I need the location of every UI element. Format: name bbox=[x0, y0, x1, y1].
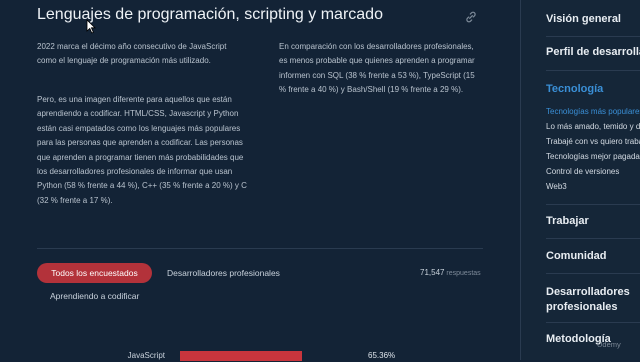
nav-sub-top-paying[interactable]: Tecnologías mejor pagadas bbox=[546, 152, 640, 161]
divider bbox=[37, 248, 483, 249]
nav-community[interactable]: Comunidad bbox=[546, 250, 607, 262]
nav-professional-developers[interactable]: Desarrolladores profesionales bbox=[546, 285, 636, 315]
comparison-paragraph: En comparación con los desarrolladores p… bbox=[279, 42, 475, 95]
mouse-cursor-icon bbox=[86, 19, 96, 34]
result-label: JavaScript bbox=[127, 351, 165, 360]
nav-divider bbox=[546, 204, 640, 205]
result-value: 65.36% bbox=[368, 351, 396, 360]
filter-professional-devs-button[interactable]: Desarrolladores profesionales bbox=[167, 268, 280, 278]
nav-divider bbox=[546, 322, 640, 323]
sidebar-nav: Visión general Perfil de desarrollador T… bbox=[520, 0, 640, 360]
responses-label: respuestas bbox=[446, 270, 481, 277]
nav-divider bbox=[546, 70, 640, 71]
nav-technology[interactable]: Tecnología bbox=[546, 83, 603, 95]
link-icon[interactable] bbox=[464, 10, 478, 24]
nav-sub-version-control[interactable]: Control de versiones bbox=[546, 167, 619, 176]
main-content: Lenguajes de programación, scripting y m… bbox=[0, 0, 520, 362]
responses-count: 71,547 respuestas bbox=[420, 268, 481, 277]
nav-divider bbox=[546, 273, 640, 274]
filter-all-respondents-button[interactable]: Todos los encuestados bbox=[37, 263, 152, 283]
udemy-watermark: Udemy bbox=[597, 340, 621, 349]
nav-developer-profile[interactable]: Perfil de desarrollador bbox=[546, 46, 640, 58]
result-row: JavaScript 65.36% bbox=[0, 350, 520, 362]
filter-learning-to-code-button[interactable]: Aprendiendo a codificar bbox=[50, 291, 139, 301]
nav-sub-most-popular[interactable]: Tecnologías más populares bbox=[546, 107, 640, 116]
nav-divider bbox=[546, 36, 640, 37]
nav-overview[interactable]: Visión general bbox=[546, 13, 621, 25]
nav-work[interactable]: Trabajar bbox=[546, 215, 589, 227]
responses-number: 71,547 bbox=[420, 268, 445, 277]
intro-paragraph: 2022 marca el décimo año consecutivo de … bbox=[37, 42, 227, 66]
nav-sub-worked-with[interactable]: Trabajé con vs quiero trabajar con bbox=[546, 137, 640, 146]
nav-divider bbox=[546, 238, 640, 239]
nav-sub-loved-dreaded[interactable]: Lo más amado, temido y deseado bbox=[546, 122, 640, 131]
nav-sub-web3[interactable]: Web3 bbox=[546, 182, 567, 191]
learners-paragraph: Pero, es una imagen diferente para aquel… bbox=[37, 95, 247, 205]
